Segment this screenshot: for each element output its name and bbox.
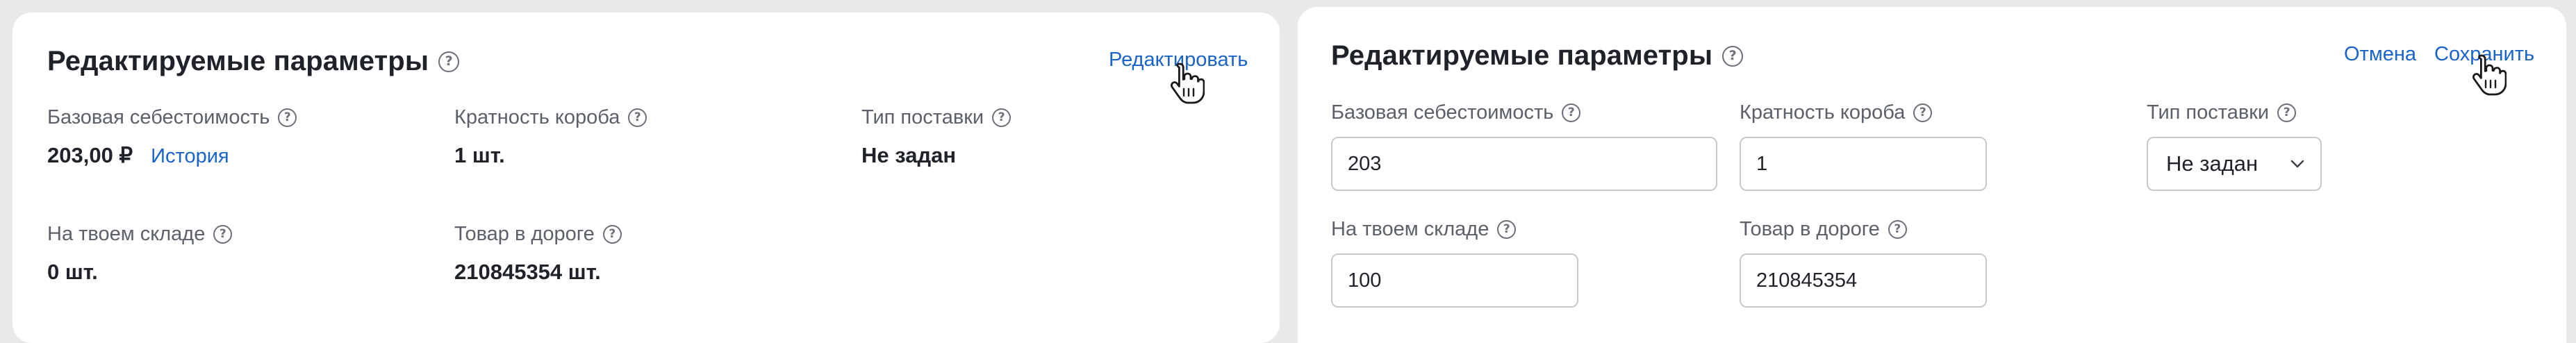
history-link[interactable]: История bbox=[151, 145, 229, 168]
card-title: Редактируемые параметры bbox=[1331, 40, 1713, 71]
field-value: 1 шт. bbox=[454, 143, 505, 167]
help-icon[interactable]: ? bbox=[1722, 45, 1744, 67]
field-label: Базовая себестоимость bbox=[47, 106, 270, 128]
hand-pointer-cursor-icon bbox=[2472, 54, 2507, 96]
field-label: На твоем складе bbox=[47, 223, 206, 245]
help-icon[interactable]: ? bbox=[278, 108, 297, 127]
chevron-down-icon bbox=[2290, 160, 2304, 168]
help-icon[interactable]: ? bbox=[1888, 220, 1907, 239]
help-icon[interactable]: ? bbox=[1913, 103, 1933, 122]
cancel-link[interactable]: Отмена bbox=[2344, 43, 2416, 66]
field-label: Тип поставки bbox=[2147, 101, 2270, 124]
help-icon[interactable]: ? bbox=[1497, 220, 1517, 239]
field-supply-type: Тип поставки ? Не задан bbox=[2147, 101, 2322, 191]
supply-type-select[interactable]: Не задан bbox=[2147, 137, 2322, 191]
card-header: Редактируемые параметры ? bbox=[47, 46, 460, 77]
box-multiplicity-input[interactable]: 1 bbox=[1740, 137, 1987, 191]
field-label: Базовая себестоимость bbox=[1331, 101, 1554, 124]
field-label: На твоем складе bbox=[1331, 218, 1489, 240]
field-label: Товар в дороге bbox=[454, 223, 595, 245]
base-cost-input[interactable]: 203 bbox=[1331, 137, 1717, 191]
field-label: Тип поставки bbox=[861, 106, 984, 128]
field-value: 210845354 шт. bbox=[454, 260, 601, 284]
field-label: Кратность короба bbox=[1740, 101, 1906, 124]
help-icon[interactable]: ? bbox=[992, 108, 1012, 127]
card-title: Редактируемые параметры bbox=[47, 46, 429, 76]
field-base-cost: Базовая себестоимость ? 203 bbox=[1331, 101, 1717, 191]
params-card-view: Редактируемые параметры ? Редактировать … bbox=[13, 12, 1280, 343]
field-in-transit: Товар в дороге ? 210845354 шт. bbox=[454, 223, 622, 285]
field-value: 203,00 ₽ bbox=[47, 143, 133, 167]
field-base-cost: Базовая себестоимость ? 203,00 ₽ История bbox=[47, 106, 297, 168]
field-in-transit: Товар в дороге ? 210845354 bbox=[1740, 218, 1987, 308]
field-label: Кратность короба bbox=[454, 106, 620, 128]
field-box-multiplicity: Кратность короба ? 1 bbox=[1740, 101, 1987, 191]
help-icon[interactable]: ? bbox=[213, 225, 233, 244]
field-your-warehouse: На твоем складе ? 0 шт. bbox=[47, 223, 233, 285]
field-supply-type: Тип поставки ? Не задан bbox=[861, 106, 1012, 168]
card-header: Редактируемые параметры ? bbox=[1331, 40, 1744, 72]
params-card-edit: Редактируемые параметры ? Отмена Сохрани… bbox=[1298, 7, 2566, 343]
hand-pointer-cursor-icon bbox=[1171, 62, 1205, 104]
field-value: Не задан bbox=[861, 143, 957, 167]
field-label: Товар в дороге bbox=[1740, 218, 1880, 240]
field-your-warehouse: На твоем складе ? 100 bbox=[1331, 218, 1578, 308]
help-icon[interactable]: ? bbox=[628, 108, 647, 127]
help-icon[interactable]: ? bbox=[602, 225, 622, 244]
help-icon[interactable]: ? bbox=[2277, 103, 2297, 122]
your-warehouse-input[interactable]: 100 bbox=[1331, 253, 1578, 308]
help-icon[interactable]: ? bbox=[438, 51, 460, 72]
in-transit-input[interactable]: 210845354 bbox=[1740, 253, 1987, 308]
select-value: Не задан bbox=[2166, 151, 2259, 176]
help-icon[interactable]: ? bbox=[1562, 103, 1581, 122]
field-value: 0 шт. bbox=[47, 260, 98, 284]
field-box-multiplicity: Кратность короба ? 1 шт. bbox=[454, 106, 647, 168]
